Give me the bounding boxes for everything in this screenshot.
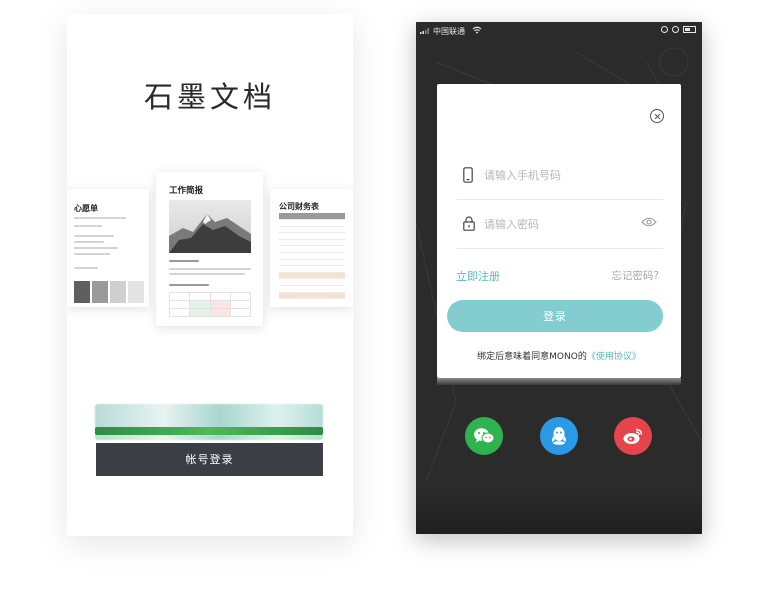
lock-icon	[463, 216, 475, 231]
metrics-mini-table	[168, 292, 252, 317]
modal-bottom-shadow	[437, 378, 681, 385]
wishlist-doc-card: 心愿单	[67, 189, 149, 307]
close-icon[interactable]	[650, 109, 664, 123]
finance-card-title: 公司财务表	[279, 202, 319, 211]
agreement-text: 绑定后意味着同意MONO的《使用协议》	[437, 349, 681, 362]
status-bar: 中国联通	[416, 22, 702, 40]
battery-icon	[683, 26, 696, 33]
wishlist-card-title: 心愿单	[74, 204, 98, 213]
password-field-row	[457, 201, 663, 249]
photo-thumbnail	[92, 281, 108, 303]
qq-icon	[551, 427, 567, 445]
brand-title: 石墨文档	[143, 80, 276, 114]
signal-icon	[420, 28, 429, 34]
register-link[interactable]: 立即注册	[456, 268, 500, 284]
photo-thumbnail	[74, 281, 90, 303]
showcase-stage: 石墨文档 心愿单 工作简报 公司财务表 帐号登录 中国联通 请输入手机号码 立即…	[0, 0, 764, 600]
work-report-doc-card: 工作简报	[156, 172, 263, 326]
alarm-icon	[672, 26, 679, 33]
photo-thumbnail	[128, 281, 144, 303]
welcome-screen: 石墨文档 心愿单 工作简报 公司财务表 帐号登录	[67, 14, 353, 536]
phone-field-row	[457, 152, 663, 200]
bottom-area	[416, 492, 702, 534]
mountain-image	[169, 200, 251, 253]
finance-doc-card: 公司财务表	[270, 189, 353, 307]
forgot-password-link[interactable]: 忘记密码?	[611, 268, 659, 283]
carrier-label: 中国联通	[433, 27, 465, 36]
qq-login-button[interactable]	[540, 417, 578, 455]
weibo-icon	[623, 428, 643, 444]
wechat-icon	[474, 428, 495, 444]
work-report-card-title: 工作简报	[169, 186, 204, 196]
mobile-phone-icon	[463, 167, 473, 183]
photo-thumbnail	[110, 281, 126, 303]
login-button[interactable]: 登录	[447, 300, 663, 332]
agreement-prefix: 绑定后意味着同意MONO的	[477, 352, 587, 362]
terms-of-use-link[interactable]: 《使用协议》	[587, 352, 641, 362]
phone-number-input[interactable]	[484, 165, 644, 185]
weibo-login-button[interactable]	[614, 417, 652, 455]
location-icon	[661, 26, 668, 33]
account-login-button[interactable]: 帐号登录	[96, 443, 323, 476]
login-screen: 中国联通 请输入手机号码 立即注册 忘记密码? 登录 绑定后意味着同意MONO的…	[416, 22, 702, 534]
password-input[interactable]	[484, 214, 644, 234]
eye-icon[interactable]	[641, 217, 657, 227]
green-card-strip	[95, 427, 323, 435]
finance-mini-table	[279, 213, 345, 300]
login-modal: 立即注册 忘记密码? 登录 绑定后意味着同意MONO的《使用协议》	[437, 84, 681, 378]
wifi-icon	[472, 26, 482, 34]
wechat-login-button[interactable]	[465, 417, 503, 455]
